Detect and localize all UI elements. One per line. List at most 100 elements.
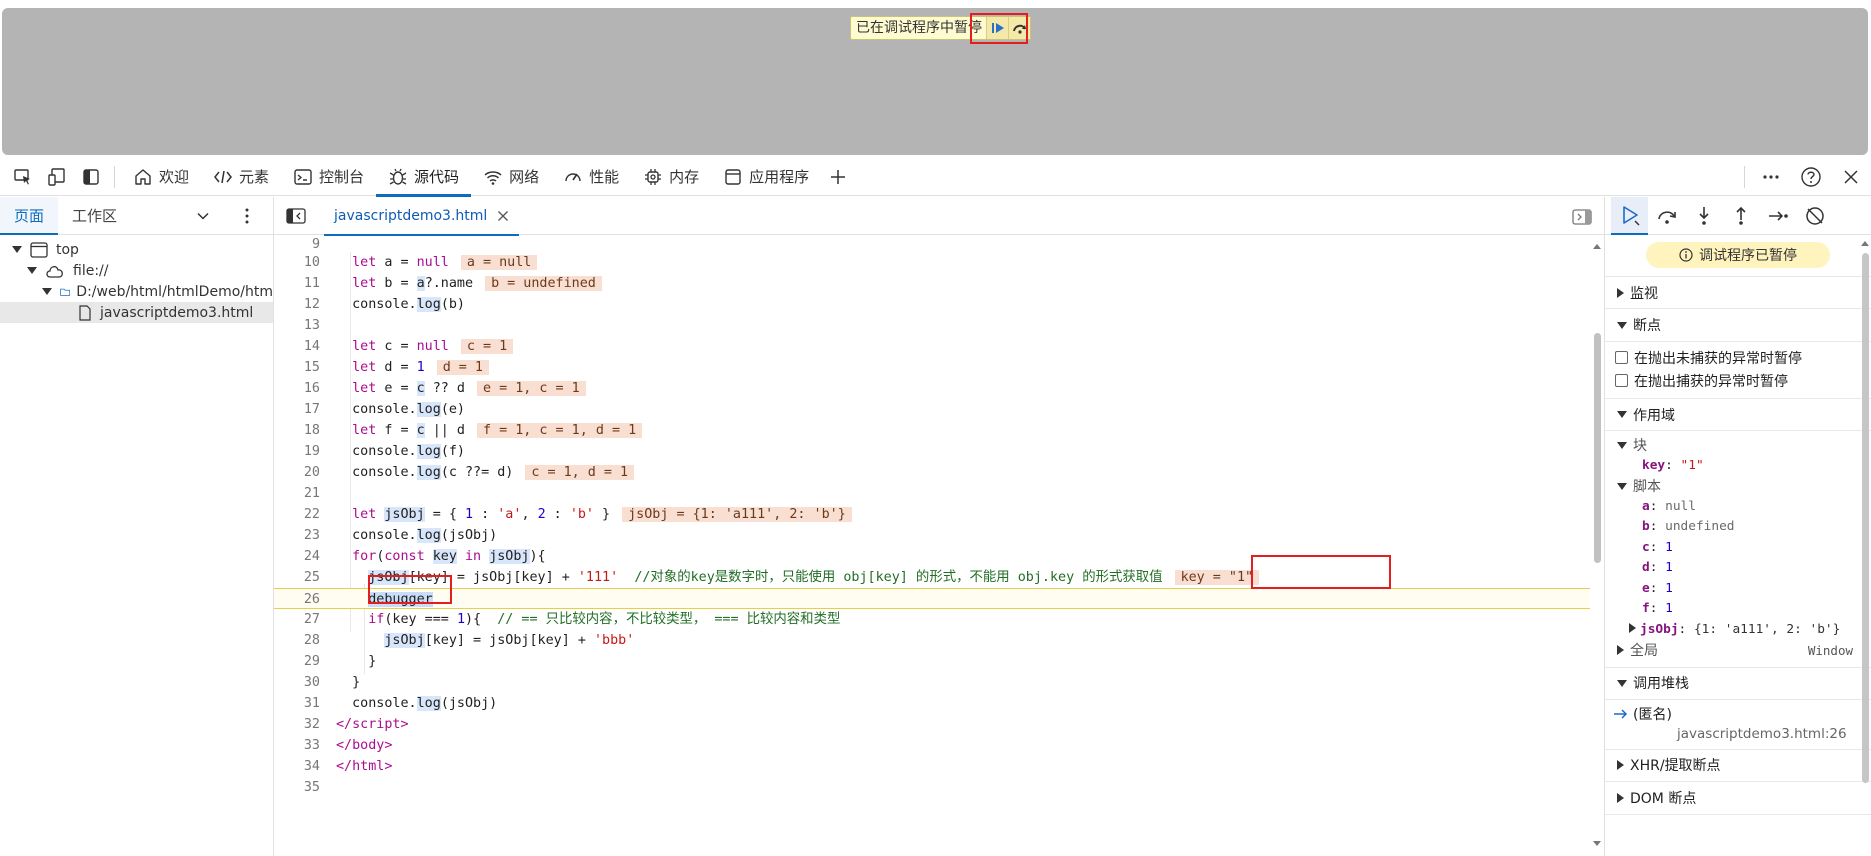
- scope-var-a[interactable]: a: null: [1605, 497, 1871, 518]
- navigator-more-button[interactable]: [240, 207, 254, 229]
- checkbox[interactable]: [1615, 351, 1628, 364]
- code-line-13: 13: [303, 318, 320, 333]
- editor-tabs: javascriptdemo3.html: [274, 197, 1604, 236]
- tab-welcome[interactable]: 欢迎: [121, 158, 201, 196]
- scope-var-c[interactable]: c: 1: [1605, 538, 1871, 559]
- code-line-32: 32 </script>: [303, 717, 409, 732]
- tree-item-file-scheme[interactable]: file://: [0, 260, 273, 281]
- close-tab-icon[interactable]: [497, 210, 509, 222]
- scope-label: 全局: [1630, 643, 1658, 660]
- toggle-debugger-button[interactable]: [1572, 209, 1592, 229]
- scope-label: 块: [1633, 438, 1647, 455]
- navigator-dropdown-button[interactable]: [196, 209, 210, 227]
- step-over-button[interactable]: [1008, 17, 1030, 39]
- section-breakpoints[interactable]: 断点: [1605, 309, 1871, 342]
- tab-workspace[interactable]: 工作区: [58, 197, 131, 235]
- expand-arrow-icon: [1617, 679, 1627, 687]
- help-button[interactable]: [1791, 158, 1831, 196]
- debugger-scrollbar[interactable]: [1859, 235, 1871, 856]
- tab-elements[interactable]: 元素: [201, 158, 281, 196]
- pause-on-caught-exceptions[interactable]: 在抛出捕获的异常时暂停: [1605, 369, 1871, 392]
- tree-label: D:/web/html/htmlDemo/htm: [76, 283, 273, 300]
- paused-status-badge: 调试程序已暂停: [1646, 242, 1830, 268]
- chip-icon: [645, 168, 662, 185]
- close-devtools-button[interactable]: [1831, 158, 1871, 196]
- tab-label: 应用程序: [749, 168, 810, 186]
- section-scope[interactable]: 作用域: [1605, 398, 1871, 431]
- code-line-10: 10 let a = null a = null: [274, 252, 1590, 273]
- scope-var-e[interactable]: e: 1: [1605, 579, 1871, 600]
- add-tab-button[interactable]: [821, 158, 855, 196]
- deactivate-breakpoints-button[interactable]: [1796, 197, 1833, 235]
- step-out-icon: [1735, 206, 1746, 225]
- current-frame-arrow-icon: [1614, 709, 1628, 719]
- tab-application[interactable]: 应用程序: [711, 158, 821, 196]
- scope-var-jsobj[interactable]: jsObj: {1: 'a111', 2: 'b'}: [1605, 620, 1871, 641]
- scope-global[interactable]: 全局 Window: [1605, 640, 1871, 661]
- scope-var-key[interactable]: key: "1": [1605, 456, 1871, 477]
- checkbox[interactable]: [1615, 374, 1628, 387]
- code-line-9: 9: [311, 238, 320, 252]
- step-over-icon: [1657, 210, 1676, 224]
- file-navigator: 页面 工作区 top file:// D:/web/html/htmlDemo/…: [0, 196, 274, 856]
- tab-console[interactable]: 控制台: [281, 158, 376, 196]
- resume-script-button[interactable]: [1611, 196, 1648, 235]
- resume-button[interactable]: [986, 17, 1008, 39]
- scope-var-d[interactable]: d: 1: [1605, 558, 1871, 579]
- scrollbar-thumb[interactable]: [1594, 333, 1601, 563]
- call-frame-anonymous[interactable]: (匿名) javascriptdemo3.html:26: [1605, 703, 1871, 743]
- step-into-icon: [1698, 206, 1709, 225]
- step-into-button[interactable]: [1685, 197, 1722, 235]
- tab-performance[interactable]: 性能: [551, 158, 631, 196]
- toggle-navigator-button[interactable]: [286, 208, 306, 228]
- navigator-tabs: 页面 工作区: [0, 196, 273, 235]
- scope-var-b[interactable]: b: undefined: [1605, 517, 1871, 538]
- expand-arrow-icon: [1617, 321, 1627, 329]
- code-line-22: 22 let jsObj = { 1 : 'a', 2 : 'b' } jsObj…: [274, 504, 1590, 525]
- section-call-stack[interactable]: 调用堆栈: [1605, 666, 1871, 700]
- device-emulation-button[interactable]: [40, 158, 74, 196]
- editor-scrollbar[interactable]: [1590, 238, 1604, 850]
- step-over-button[interactable]: [1648, 197, 1685, 235]
- tab-label: 欢迎: [159, 168, 190, 186]
- file-tab-label: javascriptdemo3.html: [334, 207, 488, 224]
- tab-memory[interactable]: 内存: [631, 158, 711, 196]
- toggle-sidebar-button[interactable]: [74, 158, 108, 196]
- scope-var-f[interactable]: f: 1: [1605, 599, 1871, 620]
- collapse-arrow-icon: [1617, 287, 1624, 298]
- toolbar-divider: [1744, 166, 1745, 188]
- scope-block[interactable]: 块: [1605, 435, 1871, 456]
- tree-item-folder[interactable]: D:/web/html/htmlDemo/htm: [0, 281, 273, 302]
- code-line-12: 12 console.log(b): [303, 297, 465, 312]
- inspect-icon: [14, 168, 30, 184]
- code-line-24: 24 for(const key in jsObj){: [303, 549, 546, 564]
- code-line-15: 15 let d = 1d = 1: [274, 357, 1590, 378]
- tab-sources[interactable]: 源代码: [376, 158, 472, 197]
- file-icon: [79, 304, 91, 321]
- section-watch[interactable]: 监视: [1605, 276, 1871, 309]
- expand-arrow-icon: [27, 267, 37, 274]
- tree-item-file[interactable]: javascriptdemo3.html: [0, 302, 273, 323]
- file-tab[interactable]: javascriptdemo3.html: [324, 197, 520, 236]
- scrollbar-thumb[interactable]: [1862, 253, 1869, 783]
- code-line-17: 17 console.log(e): [303, 402, 465, 417]
- tree-item-top[interactable]: top: [0, 239, 273, 260]
- home-icon: [135, 168, 151, 185]
- tab-label: 源代码: [414, 168, 460, 186]
- section-dom-breakpoints[interactable]: DOM 断点: [1605, 782, 1871, 815]
- tab-page[interactable]: 页面: [0, 196, 59, 235]
- section-xhr-breakpoints[interactable]: XHR/提取断点: [1605, 748, 1871, 782]
- pause-on-uncaught-exceptions[interactable]: 在抛出未捕获的异常时暂停: [1605, 346, 1871, 369]
- code-line-27: 27 if(key === 1){ // == 只比较内容，不比较类型， ===…: [303, 612, 841, 627]
- expand-arrow-icon: [42, 288, 52, 295]
- code-line-21: 21: [303, 486, 320, 501]
- device-icon: [48, 167, 65, 186]
- tab-network[interactable]: 网络: [471, 158, 551, 196]
- more-tools-button[interactable]: [1751, 158, 1791, 196]
- scope-script[interactable]: 脚本: [1605, 476, 1871, 497]
- sidebar-toggle-icon: [286, 208, 306, 224]
- step-out-button[interactable]: [1722, 197, 1759, 235]
- step-button[interactable]: [1759, 197, 1796, 235]
- code-view[interactable]: 9 10 let a = null a = null 11 let b = a?.…: [274, 238, 1590, 850]
- inspect-element-button[interactable]: [6, 158, 40, 196]
